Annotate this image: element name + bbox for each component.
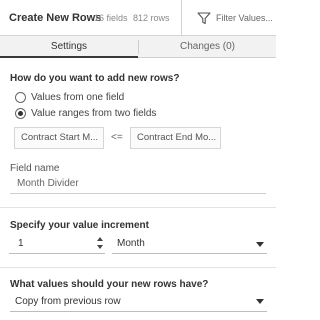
increment-unit-select[interactable]: Month — [112, 234, 267, 254]
rows-count: 812 rows — [133, 13, 170, 23]
end-field-select[interactable]: Contract End Mo... — [130, 127, 221, 149]
field-name-input[interactable]: Month Divider — [10, 174, 266, 194]
stepper-down-icon[interactable] — [97, 245, 103, 249]
radio-value-ranges-two-fields[interactable] — [15, 108, 26, 119]
stepper-up-icon[interactable] — [97, 237, 103, 241]
increment-stepper[interactable]: 1 — [9, 234, 105, 254]
chevron-down-icon[interactable] — [256, 242, 264, 247]
tab-changes[interactable]: Changes (0) — [139, 36, 276, 58]
header-divider — [181, 0, 182, 36]
section-divider — [0, 207, 276, 208]
field-name-label: Field name — [10, 163, 60, 174]
panel-title: Create New Rows — [9, 12, 102, 24]
stepper-spin-icon[interactable] — [96, 236, 104, 252]
radio-label-two-fields: Value ranges from two fields — [31, 108, 157, 119]
increment-question: Specify your value increment — [10, 220, 149, 231]
radio-values-from-one-field[interactable] — [15, 92, 26, 103]
fields-count: 16 fields — [94, 13, 128, 23]
new-values-select[interactable]: Copy from previous row — [10, 292, 267, 312]
new-values-question: What values should your new rows have? — [10, 279, 209, 290]
filter-icon[interactable] — [197, 11, 211, 25]
tab-settings[interactable]: Settings — [0, 36, 138, 58]
section-divider — [0, 267, 276, 268]
filter-values-button[interactable]: Filter Values... — [216, 13, 273, 23]
radio-label-one-field: Values from one field — [31, 92, 125, 103]
chevron-down-icon[interactable] — [256, 299, 264, 304]
tab-bar: Settings Changes (0) — [0, 36, 276, 58]
start-field-select[interactable]: Contract Start M... — [14, 127, 104, 149]
add-rows-question: How do you want to add new rows? — [10, 73, 180, 84]
operator-label: <= — [111, 132, 123, 143]
